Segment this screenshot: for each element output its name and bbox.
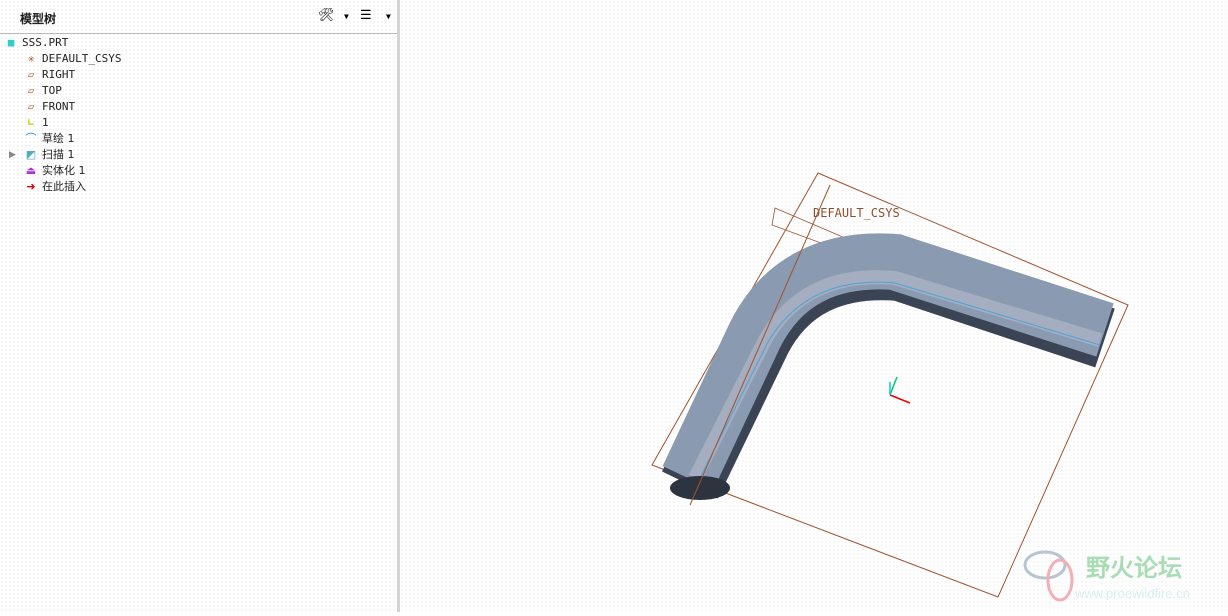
tree-item-solidify[interactable]: ⏏ 实体化 1 [0,163,121,179]
datum-axis-line [689,184,831,506]
part-icon: ■ [7,36,15,49]
tree-item-label: 草绘 1 [42,132,75,145]
insert-here-icon: ➜ [26,180,36,193]
tree-item-right[interactable]: ▱ RIGHT [0,67,121,83]
tree-item-label: 扫描 1 [42,148,75,161]
watermark-url: www.proewildfire.cn [1074,586,1190,601]
tree-item-sweep[interactable]: ▶ ◩ 扫描 1 [0,147,121,163]
sweep-icon: ◩ [25,148,37,161]
expand-arrow-icon[interactable]: ▶ [9,147,16,163]
tree-item-label: RIGHT [42,68,76,81]
datum-plane-icon: ▱ [27,68,35,81]
datum-plane-icon: ▱ [27,100,35,113]
sketch-icon: ⌒ [25,132,37,145]
csys-icon: ✳ [27,52,35,65]
datum-plane-icon: ▱ [27,84,35,97]
tube-end-face [670,476,730,500]
tree-item-label: DEFAULT_CSYS [42,52,122,65]
datum-curve-icon: ∟ [27,116,35,129]
csys-triad-icon [889,376,911,404]
model-tree-header: 模型树 🛠 ▼ ☰ ▼ [0,0,397,34]
chevron-down-icon[interactable]: ▼ [386,12,391,21]
show-list-icon[interactable]: ☰ [360,8,372,23]
tree-item-sketch[interactable]: ⌒ 草绘 1 [0,131,121,147]
graphics-viewport[interactable]: DEFAULT_CSYS 野火论坛 www.proewildfire.cn [400,0,1228,612]
csys-label: DEFAULT_CSYS [813,206,900,220]
tree-item-label: 1 [42,116,49,129]
watermark-text: 野火论坛 [1086,554,1182,582]
solidify-icon: ⏏ [25,164,37,177]
model-tree-panel: 模型树 🛠 ▼ ☰ ▼ ■ SSS.PRT ✳ DEFAULT_CSYS ▱ RIGH… [0,0,400,612]
tree-item-part[interactable]: ■ SSS.PRT [0,35,121,51]
tree-item-label: 实体化 1 [42,164,86,177]
tree-item-top[interactable]: ▱ TOP [0,83,121,99]
tree-item-curve[interactable]: ∟ 1 [0,115,121,131]
tree-item-csys[interactable]: ✳ DEFAULT_CSYS [0,51,122,67]
tree-item-label: TOP [42,84,62,97]
tree-item-label: 在此插入 [42,180,86,193]
model-tree: ■ SSS.PRT ✳ DEFAULT_CSYS ▱ RIGHT ▱ TOP ▱ FRON… [0,35,122,195]
chevron-down-icon[interactable]: ▼ [344,12,349,21]
tree-item-label: SSS.PRT [22,36,69,49]
watermark-logo: 野火论坛 www.proewildfire.cn [1023,550,1190,602]
model-tree-title: 模型树 [20,12,57,26]
tree-item-insert-here[interactable]: ➜ 在此插入 [0,179,121,195]
tree-item-front[interactable]: ▱ FRONT [0,99,121,115]
settings-tools-icon[interactable]: 🛠 [318,8,335,23]
tree-item-label: FRONT [42,100,76,113]
model-view: DEFAULT_CSYS 野火论坛 www.proewildfire.cn [651,172,1190,602]
